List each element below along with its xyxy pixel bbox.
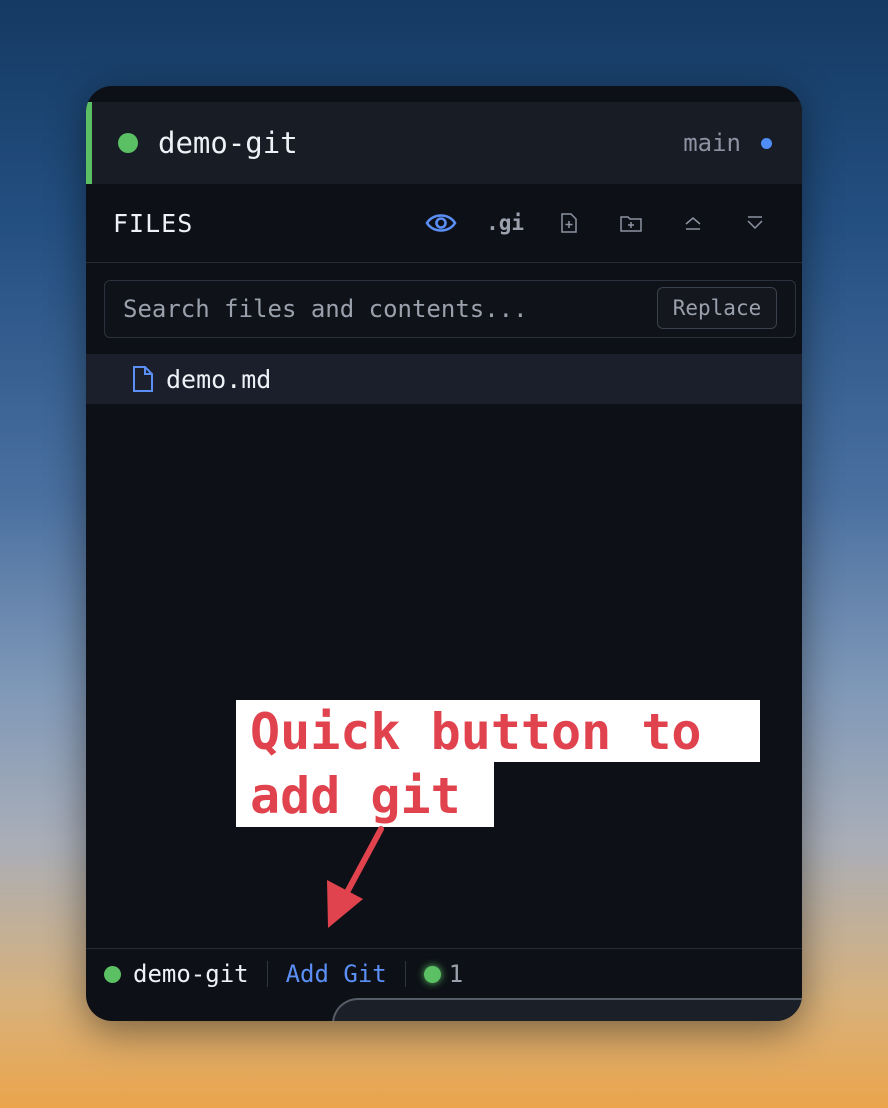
search-input[interactable] xyxy=(123,281,643,337)
divider xyxy=(404,961,406,987)
divider xyxy=(266,961,268,987)
file-list-item[interactable]: demo.md xyxy=(86,354,802,404)
annotation-line-1: Quick button to xyxy=(250,703,702,761)
files-toolbar: FILES .gi xyxy=(86,184,802,263)
replace-button[interactable]: Replace xyxy=(657,287,777,329)
gitignore-button[interactable]: .gi xyxy=(486,206,524,240)
git-panel-window: demo-git main FILES .gi Replace xyxy=(86,86,802,1021)
project-header[interactable]: demo-git main xyxy=(86,102,802,184)
file-name: demo.md xyxy=(166,364,272,394)
files-actions: .gi xyxy=(424,206,772,240)
project-name: demo-git xyxy=(158,126,298,160)
changes-count[interactable]: 1 xyxy=(449,960,463,988)
branch-name[interactable]: main xyxy=(683,129,741,157)
changes-dot xyxy=(423,965,441,983)
eye-icon[interactable] xyxy=(424,206,458,240)
add-git-button[interactable]: Add Git xyxy=(286,960,387,988)
new-folder-icon[interactable] xyxy=(614,206,648,240)
annotation-line-2: add git xyxy=(250,767,461,825)
branch-status-dot xyxy=(761,137,772,149)
file-icon xyxy=(132,365,154,393)
search-box: Replace xyxy=(104,280,796,338)
status-dot xyxy=(118,133,138,153)
active-indicator xyxy=(86,102,92,184)
status-project-name[interactable]: demo-git xyxy=(133,960,249,988)
status-bar: demo-git Add Git 1 xyxy=(86,948,802,999)
new-file-icon[interactable] xyxy=(552,206,586,240)
collapse-all-icon[interactable] xyxy=(676,206,710,240)
underlying-panel-edge xyxy=(332,998,802,1021)
expand-all-icon[interactable] xyxy=(738,206,772,240)
files-title: FILES xyxy=(113,208,194,238)
status-dot xyxy=(104,965,121,983)
